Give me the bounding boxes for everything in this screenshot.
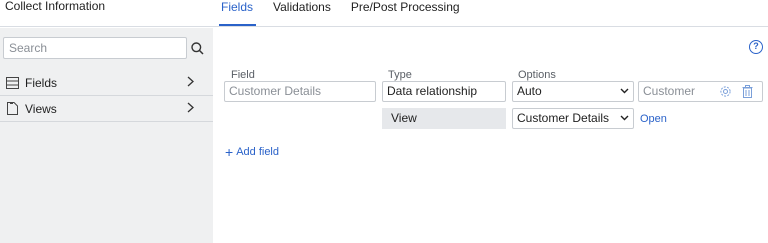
tab-bar: Fields Validations Pre/Post Processing	[218, 0, 480, 27]
document-icon	[5, 102, 19, 116]
search-box	[3, 37, 187, 59]
sidebar: Fields Views	[0, 28, 213, 243]
view-select[interactable]: Customer Details	[512, 108, 634, 129]
field-type-input[interactable]: Data relationship	[382, 81, 506, 102]
search-icon[interactable]	[189, 39, 205, 57]
top-bar: Collect Information Fields Validations P…	[0, 0, 768, 27]
help-icon[interactable]: ?	[749, 40, 763, 54]
chevron-right-icon	[183, 75, 197, 90]
option-select-value: Auto	[517, 84, 542, 98]
trash-icon[interactable]	[740, 84, 754, 98]
gear-icon[interactable]	[718, 84, 732, 98]
sidebar-item-label: Fields	[25, 75, 58, 90]
option-select[interactable]: Auto	[512, 81, 634, 102]
sidebar-item-fields[interactable]: Fields	[0, 70, 213, 96]
chevron-down-icon	[619, 111, 629, 125]
sidebar-item-label: Views	[25, 101, 57, 116]
column-label-options: Options	[518, 69, 556, 81]
plus-icon: +	[225, 143, 234, 160]
column-label-type: Type	[388, 69, 412, 81]
view-type-cell: View	[382, 108, 506, 129]
list-icon	[5, 76, 19, 90]
open-view-link[interactable]: Open	[640, 113, 667, 125]
field-name-input[interactable]: Customer Details	[224, 81, 376, 102]
chevron-down-icon	[619, 84, 629, 98]
view-select-value: Customer Details	[517, 111, 610, 125]
search-input[interactable]	[4, 38, 186, 58]
chevron-right-icon	[183, 101, 197, 116]
column-label-field: Field	[231, 69, 255, 81]
tab-pre-post-processing[interactable]: Pre/Post Processing	[351, 0, 470, 27]
option-target-value: Customer	[643, 84, 696, 98]
page-title: Collect Information	[5, 0, 106, 13]
tab-validations[interactable]: Validations	[273, 0, 341, 27]
add-field-button[interactable]: + Add field	[225, 143, 279, 160]
tab-fields[interactable]: Fields	[218, 0, 263, 27]
sidebar-item-views[interactable]: Views	[0, 96, 213, 122]
add-field-label: Add field	[236, 146, 279, 158]
